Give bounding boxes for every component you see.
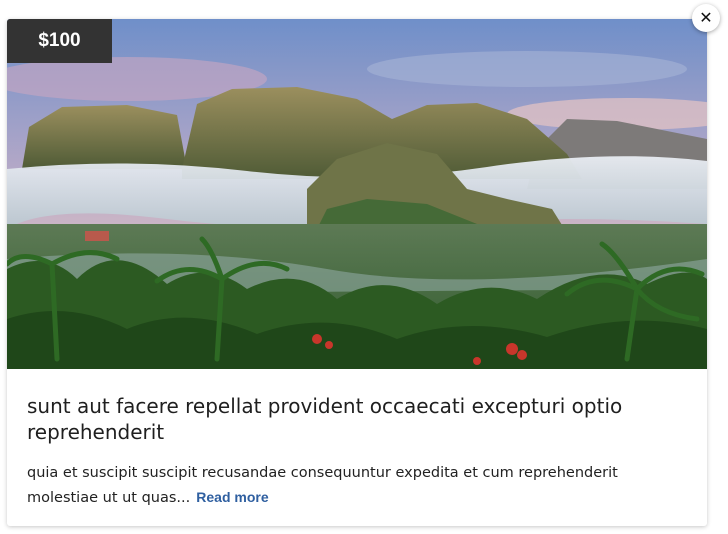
post-card: $100 sunt aut facere repellat provident … (7, 19, 707, 526)
hero-image: $100 (7, 19, 707, 369)
read-more-link[interactable]: Read more (196, 489, 268, 505)
close-button[interactable]: ✕ (692, 4, 720, 32)
landscape-illustration (7, 19, 707, 369)
post-excerpt: quia et suscipit suscipit recusandae con… (27, 461, 687, 510)
card-body: sunt aut facere repellat provident occae… (7, 369, 707, 510)
excerpt-text: quia et suscipit suscipit recusandae con… (27, 465, 618, 506)
post-title[interactable]: sunt aut facere repellat provident occae… (27, 393, 687, 445)
price-badge: $100 (7, 19, 112, 63)
close-icon: ✕ (699, 8, 713, 27)
